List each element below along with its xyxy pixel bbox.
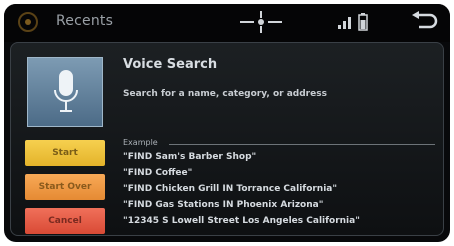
example-item: "FIND Gas Stations IN Phoenix Arizona": [123, 200, 324, 210]
voice-search-heading: Voice Search: [123, 57, 218, 72]
compass-icon: [240, 11, 282, 33]
start-over-button[interactable]: Start Over: [25, 174, 105, 200]
example-item: "FIND Sam's Barber Shop": [123, 152, 257, 162]
example-item: "12345 S Lowell Street Los Angeles Calif…: [123, 216, 360, 226]
status-bar: Recents: [4, 4, 450, 42]
page-title: Recents: [56, 13, 114, 29]
voice-search-panel: Voice Search Search for a name, category…: [10, 42, 444, 236]
battery-icon: [358, 13, 368, 31]
example-item: "FIND Chicken Grill IN Torrance Californ…: [123, 184, 338, 194]
cancel-button[interactable]: Cancel: [25, 208, 105, 234]
voice-search-subheading: Search for a name, category, or address: [123, 89, 327, 99]
start-button[interactable]: Start: [25, 140, 105, 166]
example-label: Example: [123, 138, 158, 147]
microphone-tile[interactable]: [27, 57, 103, 127]
microphone-icon: [54, 70, 78, 112]
signal-bars-icon: [338, 17, 351, 29]
home-icon[interactable]: [18, 12, 38, 32]
screen: Recents Voice Search Search for a name, …: [4, 4, 450, 242]
example-divider: [169, 144, 435, 145]
example-item: "FIND Coffee": [123, 168, 193, 178]
back-arrow-icon[interactable]: [408, 10, 440, 36]
